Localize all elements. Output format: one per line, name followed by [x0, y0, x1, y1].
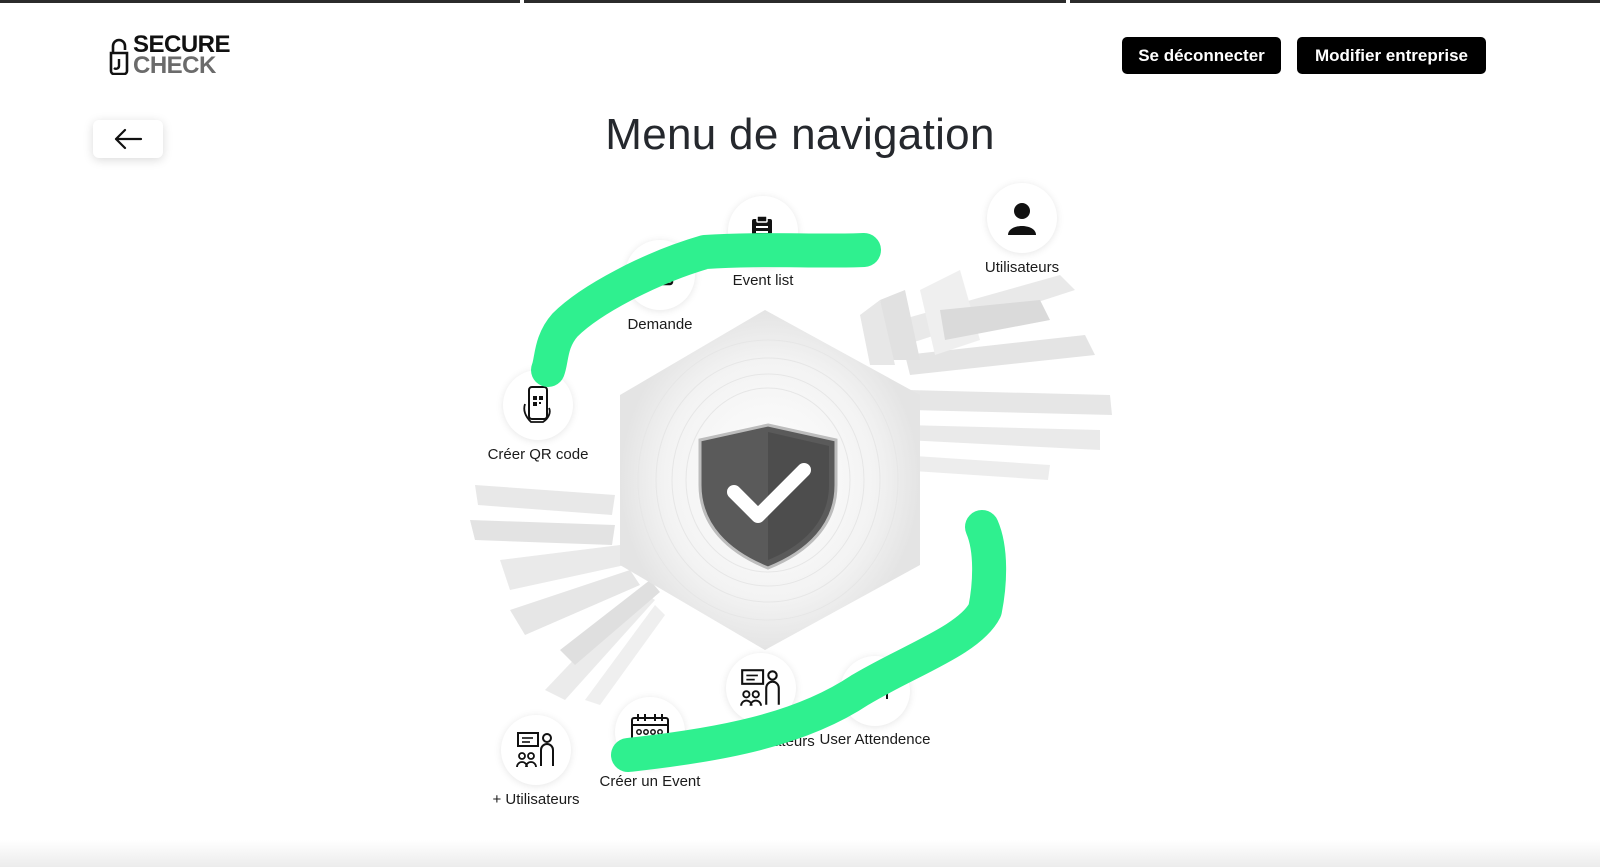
nav-user-attendence-circle: [840, 656, 910, 726]
presentation-group-icon: [516, 732, 554, 768]
nav-user-attendence-label: User Attendence: [819, 731, 931, 748]
nav-demande[interactable]: Demande: [625, 240, 695, 340]
nav-utilisateurs-circle: [987, 183, 1057, 253]
nav-liste-utilisateurs[interactable]: Liste utilisateurs: [707, 653, 815, 763]
nav-creer-event[interactable]: Créer un Event: [600, 697, 700, 797]
nav-utilisateurs-label: Utilisateurs: [984, 259, 1060, 276]
nav-plus-utilisateurs[interactable]: + Utilisateurs: [492, 715, 580, 815]
calendar-icon: [631, 714, 669, 749]
nav-creer-qr-label: Créer QR code: [487, 446, 589, 463]
nav-event-list[interactable]: Event list: [728, 196, 798, 296]
nav-event-list-label: Event list: [732, 272, 794, 289]
nav-creer-qr-circle: [503, 370, 573, 440]
presentation-group-icon: [740, 669, 780, 706]
footer-shadow: [0, 840, 1600, 867]
nav-demande-label: Demande: [627, 316, 693, 333]
nav-plus-utilisateurs-label: + Utilisateurs: [492, 791, 580, 808]
nav-utilisateurs[interactable]: Utilisateurs: [985, 183, 1059, 283]
nav-liste-utilisateurs-circle: [726, 653, 796, 723]
nav-event-list-circle: [728, 196, 798, 266]
nav-demande-circle: [625, 240, 695, 310]
phone-qr-icon: [523, 386, 551, 423]
nav-creer-qr-code[interactable]: Créer QR code: [488, 370, 588, 470]
inbox-icon: [646, 264, 674, 286]
attendance-icon: [862, 680, 888, 699]
user-icon: [1008, 203, 1036, 235]
nav-creer-event-label: Créer un Event: [599, 773, 701, 790]
nav-creer-event-circle: [615, 697, 685, 767]
nav-plus-utilisateurs-circle: [501, 715, 571, 785]
nav-user-attendence[interactable]: User Attendence: [820, 656, 930, 756]
clipboard-check-icon: [752, 215, 779, 247]
